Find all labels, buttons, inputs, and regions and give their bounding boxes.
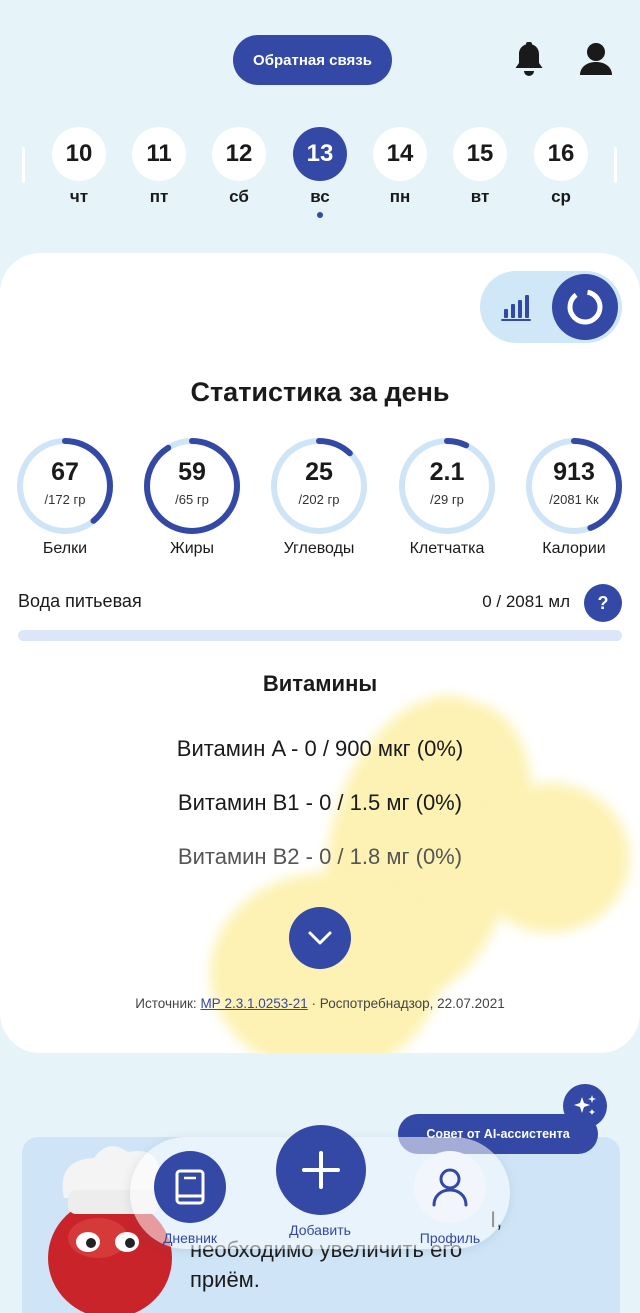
vitamin-item: Витамин B1 - 0 / 1.5 мг (0%) [177, 790, 463, 815]
date-item[interactable]: 11 пт [132, 127, 186, 207]
date-weekday: чт [69, 187, 89, 206]
plus-icon [302, 1151, 340, 1189]
ring-view-button[interactable] [552, 274, 618, 340]
date-day: 16 [534, 127, 588, 181]
vitamin-item: Витамин A - 0 / 900 мкг (0%) [176, 736, 464, 761]
nav-add-label: Добавить [289, 1222, 351, 1238]
chevron-down-icon [308, 931, 332, 945]
vitamin-item: Витамин B2 - 0 / 1.8 мг (0%) [177, 844, 463, 869]
nav-diary[interactable]: Дневник [145, 1151, 235, 1246]
date-day: 13 [293, 127, 347, 181]
date-weekday: ср [551, 187, 571, 206]
donut-chart-icon [567, 289, 603, 325]
ring-value: 2.1 [429, 458, 465, 486]
ring-goal: /65 гр [175, 492, 209, 507]
ring-value: 59 [178, 458, 206, 486]
date-weekday: вт [470, 187, 490, 206]
ring-goal: /29 гр [430, 492, 464, 507]
date-day: 10 [52, 127, 106, 181]
ai-sparkle-button[interactable] [563, 1084, 607, 1128]
source-prefix: Источник: [135, 996, 197, 1011]
date-item[interactable]: 10 чт [52, 127, 106, 207]
ring-goal: /172 гр [44, 492, 86, 507]
date-day: 12 [212, 127, 266, 181]
ring-goal: /2081 Кк [549, 492, 599, 507]
ai-tip-line: приём. [190, 1267, 260, 1292]
person-icon [432, 1168, 468, 1207]
book-icon [175, 1169, 205, 1205]
nav-profile[interactable]: Профиль [405, 1151, 495, 1246]
stats-title: Статистика за день [190, 377, 450, 407]
date-item[interactable]: 15 вт [453, 127, 507, 207]
date-item-selected[interactable]: 13 вс [293, 127, 347, 218]
ring-label: Калории [542, 540, 606, 557]
nutrient-ring-carbs[interactable]: 25 /202 гр Углеводы [269, 436, 369, 558]
date-day: 14 [373, 127, 427, 181]
ring-label: Жиры [169, 540, 215, 557]
ring-value: 913 [553, 458, 595, 486]
date-weekday: пн [389, 187, 411, 206]
bar-chart-icon[interactable] [500, 291, 532, 323]
nav-profile-circle [414, 1151, 486, 1223]
user-icon[interactable] [578, 42, 614, 78]
ring-label: Белки [42, 540, 88, 557]
source-note: Источник: МР 2.3.1.0253-21 · Роспотребна… [0, 996, 640, 1011]
water-progress-bar [18, 630, 622, 641]
source-link[interactable]: МР 2.3.1.0253-21 [200, 996, 307, 1011]
date-day: 15 [453, 127, 507, 181]
nutrient-ring-calories[interactable]: 913 /2081 Кк Калории [524, 436, 624, 558]
ring-goal: /202 гр [298, 492, 340, 507]
date-weekday: сб [229, 187, 249, 206]
nav-add-button[interactable] [276, 1125, 366, 1215]
feedback-button[interactable]: Обратная связь [233, 35, 392, 85]
date-item[interactable]: 16 ср [534, 127, 588, 207]
bell-icon[interactable] [513, 42, 545, 78]
nutrient-ring-fiber[interactable]: 2.1 /29 гр Клетчатка [397, 436, 497, 558]
ring-value: 67 [51, 458, 79, 486]
nav-diary-label: Дневник [162, 1230, 218, 1246]
nav-profile-label: Профиль [419, 1230, 481, 1246]
date-strip: 10 чт 11 пт 12 сб 13 вс 14 пн 15 вт 16 с… [0, 127, 640, 227]
source-suffix: · Роспотребнадзор, 22.07.2021 [311, 996, 505, 1011]
date-strip-edge-right [614, 147, 617, 183]
expand-vitamins-button[interactable] [289, 907, 351, 969]
ring-label: Углеводы [283, 540, 355, 557]
vitamins-title: Витамины [262, 671, 378, 696]
sparkle-icon [574, 1095, 596, 1115]
stats-card: Статистика за день 67 /172 гр Белки 59 /… [0, 253, 640, 1053]
nutrient-ring-fats[interactable]: 59 /65 гр Жиры [142, 436, 242, 558]
date-weekday: пт [149, 187, 169, 206]
ring-label: Клетчатка [409, 540, 485, 557]
date-item[interactable]: 14 пн [373, 127, 427, 207]
selected-date-dot [317, 212, 323, 218]
water-value: 0 / 2081 мл [482, 592, 570, 611]
view-toggle[interactable] [480, 271, 622, 343]
nav-diary-circle [154, 1151, 226, 1223]
date-strip-edge-left [22, 147, 25, 183]
ring-value: 25 [305, 458, 333, 486]
date-weekday: вс [310, 187, 330, 206]
water-help-button[interactable]: ? [584, 584, 622, 622]
water-label: Вода питьевая [18, 591, 142, 611]
date-day: 11 [132, 127, 186, 181]
date-item[interactable]: 12 сб [212, 127, 266, 207]
nutrient-ring-proteins[interactable]: 67 /172 гр Белки [15, 436, 115, 558]
